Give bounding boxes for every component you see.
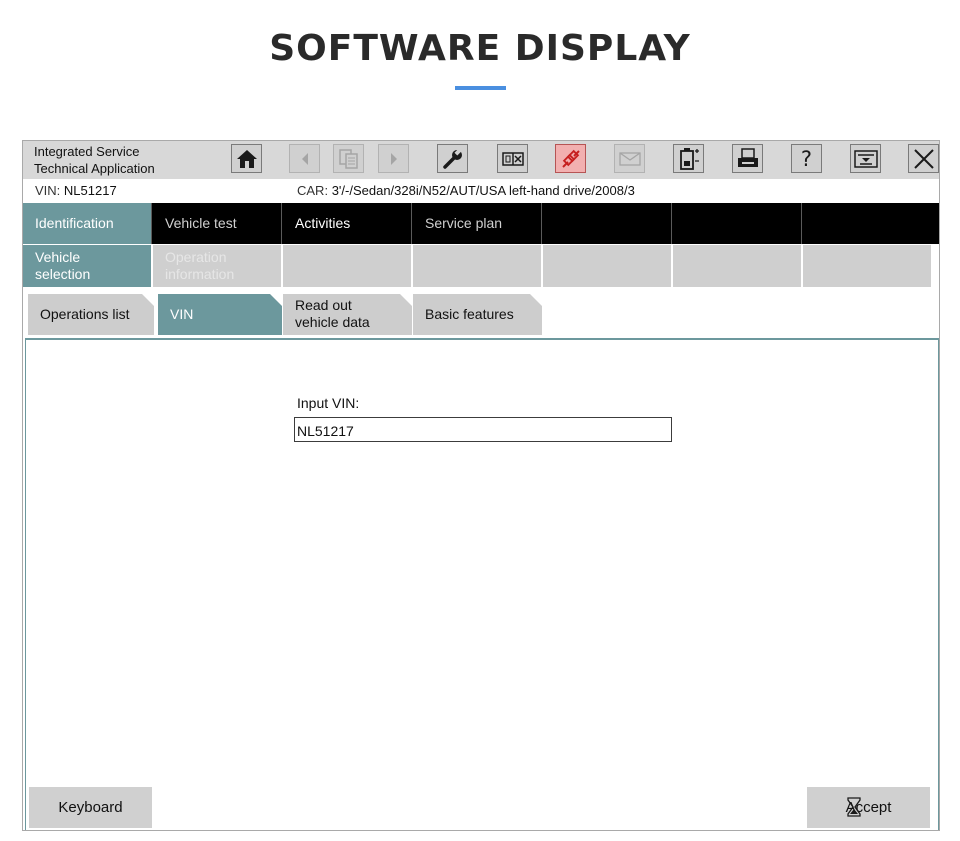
main-tabs: Identification Vehicle test Activities S… (23, 203, 939, 244)
forward-button[interactable] (378, 144, 409, 173)
tab-read-out-line2: vehicle data (295, 314, 370, 330)
app-window: Integrated Service Technical Application (22, 140, 940, 831)
tab-read-out-vehicle-data[interactable]: Read out vehicle data (283, 294, 412, 335)
subtab-empty-4 (673, 245, 801, 287)
battery-button[interactable] (673, 144, 704, 173)
subtab-operation-information[interactable]: Operation information (153, 245, 281, 287)
tab-operations-list[interactable]: Operations list (28, 294, 154, 335)
window-close-icon (501, 151, 524, 166)
print-button[interactable] (732, 144, 763, 173)
help-button[interactable]: ? (791, 144, 822, 173)
documents-icon (338, 148, 358, 169)
toolbar: Integrated Service Technical Application (23, 141, 939, 179)
app-title: Integrated Service Technical Application (34, 143, 155, 177)
tab-empty-3 (803, 203, 939, 244)
service-functions-button[interactable] (437, 144, 468, 173)
tab-empty-1 (543, 203, 672, 244)
vin-info: VIN: NL51217 (35, 183, 117, 198)
subtab-empty-1 (283, 245, 411, 287)
close-button[interactable] (908, 144, 939, 173)
subtab-empty-5 (803, 245, 931, 287)
tab-basic-features-label: Basic features (425, 306, 514, 322)
connection-button[interactable] (555, 144, 586, 173)
subtab-vehicle-selection-line2: selection (35, 266, 91, 282)
subtab-empty-3 (543, 245, 671, 287)
vin-input[interactable] (294, 417, 672, 442)
close-icon (913, 148, 934, 169)
tab-read-out-line1: Read out (295, 297, 352, 313)
dropdown-icon (853, 149, 878, 168)
sub-tabs: Vehicle selection Operation information (23, 245, 939, 287)
help-icon: ? (800, 146, 813, 171)
tab-vin-label: VIN (170, 306, 194, 322)
menu-button[interactable] (850, 144, 881, 173)
subtab-vehicle-selection[interactable]: Vehicle selection (23, 245, 151, 287)
app-title-line1: Integrated Service (34, 144, 140, 159)
heading-underline (455, 86, 506, 90)
keyboard-button[interactable]: Keyboard (29, 787, 152, 828)
vin-value: NL51217 (63, 183, 117, 198)
tab-vehicle-test[interactable]: Vehicle test (153, 203, 282, 244)
page-heading: SOFTWARE DISPLAY (269, 28, 691, 69)
folder-tabs: Operations list VIN Read out vehicle dat… (23, 294, 939, 337)
back-button[interactable] (289, 144, 320, 173)
vin-input-label: Input VIN: (297, 395, 360, 411)
tab-empty-2 (673, 203, 802, 244)
tab-vin[interactable]: VIN (158, 294, 282, 335)
back-icon (301, 152, 308, 165)
content-panel: Input VIN: (25, 338, 939, 830)
printer-icon (737, 147, 758, 167)
home-button[interactable] (231, 144, 262, 173)
hourglass-icon (847, 797, 861, 817)
tab-service-plan[interactable]: Service plan (413, 203, 542, 244)
documents-button[interactable] (333, 144, 364, 173)
app-title-line2: Technical Application (34, 161, 155, 176)
wrench-icon (442, 147, 462, 169)
car-info: CAR: 3'/-/Sedan/328i/N52/AUT/USA left-ha… (297, 183, 635, 198)
tab-basic-features[interactable]: Basic features (413, 294, 542, 335)
subtab-empty-2 (413, 245, 541, 287)
battery-icon (679, 147, 699, 170)
tab-identification[interactable]: Identification (23, 203, 152, 244)
messages-button[interactable] (614, 144, 645, 173)
vehicle-info-bar: VIN: NL51217 CAR: 3'/-/Sedan/328i/N52/AU… (23, 179, 939, 203)
connection-icon (561, 149, 580, 168)
subtab-operation-information-line1: Operation (165, 249, 227, 265)
forward-icon (390, 152, 397, 165)
accept-button[interactable]: Accept (807, 787, 930, 828)
subtab-vehicle-selection-line1: Vehicle (35, 249, 81, 265)
home-icon (236, 149, 257, 168)
car-value: 3'/-/Sedan/328i/N52/AUT/USA left-hand dr… (331, 183, 635, 198)
vin-label: VIN: (35, 183, 61, 198)
car-label: CAR: (297, 183, 329, 198)
tab-activities[interactable]: Activities (283, 203, 412, 244)
mail-icon (618, 151, 641, 166)
tab-operations-list-label: Operations list (40, 306, 130, 322)
window-button[interactable] (497, 144, 528, 173)
subtab-operation-information-line2: information (165, 266, 235, 282)
